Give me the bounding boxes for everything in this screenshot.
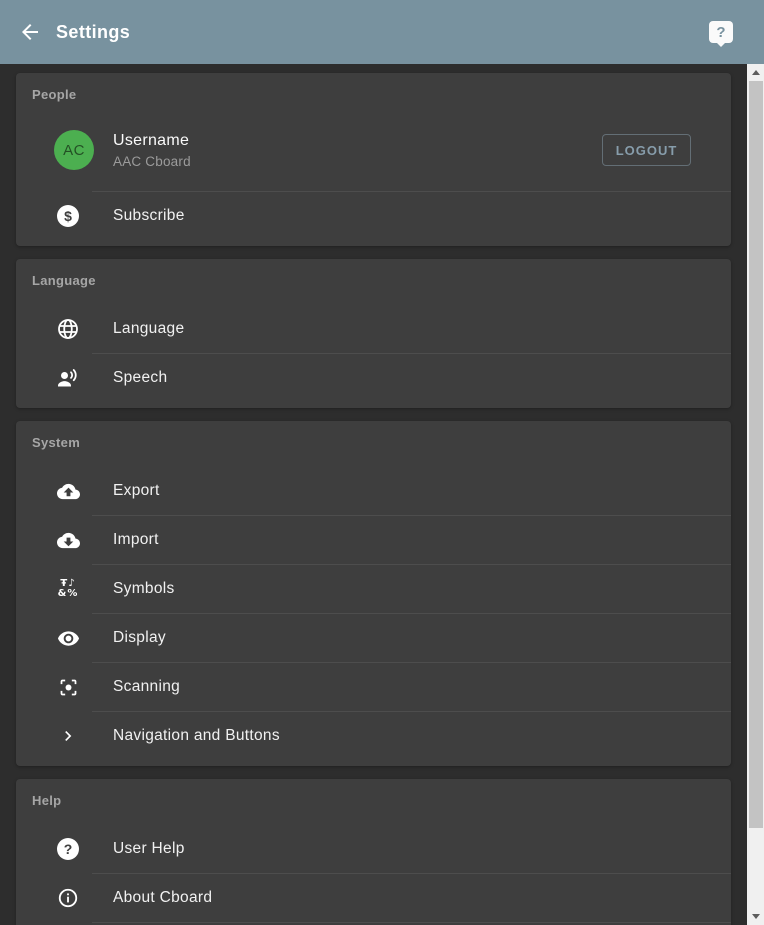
section-help: Help ? User Help About Cboard: [16, 779, 731, 925]
triangle-down-icon: [752, 914, 760, 919]
scan-focus-icon: [56, 675, 80, 699]
list-item-label: About Cboard: [113, 889, 212, 907]
scroll-down-button[interactable]: [747, 908, 764, 925]
question-mark-icon: ?: [716, 24, 725, 41]
list-item-label: Scanning: [113, 678, 180, 696]
app-bar: Settings ?: [0, 0, 764, 64]
section-people: People AC Username AAC Cboard LOGOUT $ S…: [16, 73, 731, 246]
settings-screen: Settings ? People AC Username AAC Cboard…: [0, 0, 764, 925]
list-item-export[interactable]: Export: [16, 467, 731, 515]
list-item-import[interactable]: Import: [16, 516, 731, 564]
list-item-display[interactable]: Display: [16, 614, 731, 662]
list-item-label: Navigation and Buttons: [113, 727, 280, 745]
list-item-scanning[interactable]: Scanning: [16, 663, 731, 711]
list-item-label: Display: [113, 629, 166, 647]
list-item-label: Speech: [113, 369, 167, 387]
cloud-download-icon: [56, 528, 80, 552]
info-icon: [56, 886, 80, 910]
back-button[interactable]: [14, 16, 46, 48]
chevron-right-icon: [56, 724, 80, 748]
list-item-navigation-and-buttons[interactable]: Navigation and Buttons: [16, 712, 731, 760]
divider: [92, 922, 731, 923]
list-item-language[interactable]: Language: [16, 305, 731, 353]
list-item-about-cboard[interactable]: About Cboard: [16, 874, 731, 922]
list-item-label: Import: [113, 531, 159, 549]
globe-icon: [56, 317, 80, 341]
eye-icon: [56, 626, 80, 650]
contextual-help-button[interactable]: ?: [709, 21, 733, 43]
list-item-subscribe[interactable]: $ Subscribe: [16, 192, 731, 240]
user-subtitle: AAC Cboard: [113, 154, 191, 169]
section-header-help: Help: [32, 793, 715, 809]
list-item-label: Export: [113, 482, 160, 500]
list-item-label: Subscribe: [113, 207, 185, 225]
cloud-upload-icon: [56, 479, 80, 503]
section-header-language: Language: [32, 273, 715, 289]
section-system: System Export Import Ŧ♪ &%: [16, 421, 731, 766]
section-language: Language Language: [16, 259, 731, 408]
voice-icon: [56, 366, 80, 390]
scroll-up-button[interactable]: [747, 64, 764, 81]
arrow-back-icon: [18, 20, 42, 44]
user-account-row[interactable]: AC Username AAC Cboard LOGOUT: [16, 109, 731, 191]
scrollbar-thumb[interactable]: [749, 81, 763, 828]
list-item-user-help[interactable]: ? User Help: [16, 825, 731, 873]
triangle-up-icon: [752, 70, 760, 75]
logout-button[interactable]: LOGOUT: [602, 134, 691, 166]
list-item-symbols[interactable]: Ŧ♪ &% Symbols: [16, 565, 731, 613]
vertical-scrollbar[interactable]: [747, 64, 764, 925]
section-header-people: People: [32, 87, 715, 103]
list-item-speech[interactable]: Speech: [16, 354, 731, 402]
symbols-icon: Ŧ♪ &%: [56, 577, 80, 601]
user-text: Username AAC Cboard: [113, 132, 191, 169]
settings-content: People AC Username AAC Cboard LOGOUT $ S…: [0, 64, 747, 925]
monetization-icon: $: [56, 204, 80, 228]
list-item-label: Symbols: [113, 580, 175, 598]
user-name: Username: [113, 132, 191, 150]
list-item-label: User Help: [113, 840, 185, 858]
section-header-system: System: [32, 435, 715, 451]
list-item-label: Language: [113, 320, 184, 338]
help-circle-icon: ?: [56, 837, 80, 861]
avatar: AC: [54, 130, 94, 170]
page-title: Settings: [56, 22, 709, 43]
